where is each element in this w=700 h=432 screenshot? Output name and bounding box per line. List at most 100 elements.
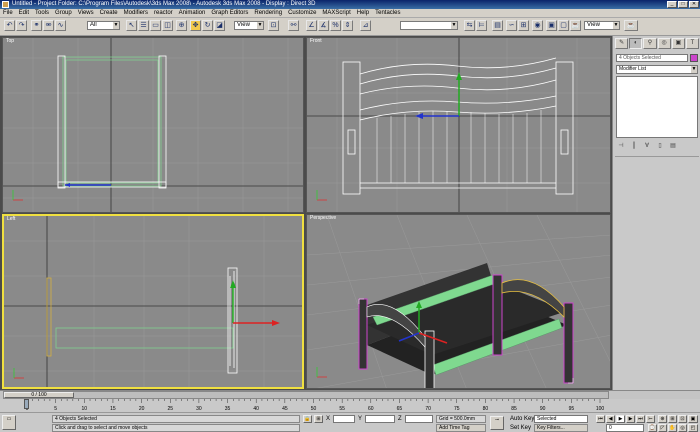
select-and-rotate-icon[interactable]: ↻ — [202, 20, 213, 31]
select-object-icon[interactable]: ↖ — [126, 20, 137, 31]
selection-lock-icon[interactable]: 🔒 — [303, 415, 312, 423]
zoom-extents-icon[interactable]: ⊡ — [678, 415, 687, 423]
select-by-name-icon[interactable]: ☰ — [138, 20, 149, 31]
show-end-result-icon[interactable]: ║ — [629, 142, 639, 150]
next-frame-icon[interactable]: ▶ — [626, 415, 635, 423]
go-to-start-icon[interactable]: ⏮ — [596, 415, 605, 423]
minimize-button[interactable]: _ — [667, 1, 677, 8]
play-icon[interactable]: ▶ — [616, 415, 625, 423]
absolute-mode-icon[interactable]: ⊞ — [314, 415, 323, 423]
previous-frame-icon[interactable]: ◀ — [606, 415, 615, 423]
viewport-left[interactable]: Left — [2, 214, 304, 389]
mirror-icon[interactable]: ⇆ — [464, 20, 475, 31]
object-color-swatch[interactable] — [690, 54, 698, 62]
curve-editor-icon[interactable]: ∽ — [506, 20, 517, 31]
display-tab-icon[interactable]: ▣ — [671, 38, 685, 49]
spinner-snap-icon[interactable]: ⇕ — [342, 20, 353, 31]
auto-key-mode-dropdown[interactable]: Selected — [534, 415, 588, 423]
create-tab-icon[interactable]: ✎ — [615, 38, 629, 49]
reference-coord-dropdown[interactable]: View ▼ — [234, 21, 264, 30]
modify-tab-icon[interactable]: ◐ — [629, 38, 643, 49]
menu-file[interactable]: File — [0, 9, 16, 17]
angle-snap-icon[interactable]: ∡ — [318, 20, 329, 31]
z-coordinate-field[interactable] — [405, 415, 433, 423]
rectangular-selection-icon[interactable]: ▭ — [150, 20, 161, 31]
modifier-list-dropdown[interactable]: Modifier List ▼ — [616, 65, 698, 74]
menu-modifiers[interactable]: Modifiers — [121, 9, 151, 17]
menu-create[interactable]: Create — [97, 9, 121, 17]
orbit-icon[interactable]: ◎ — [678, 424, 687, 432]
align-icon[interactable]: ⊨ — [476, 20, 487, 31]
select-and-move-icon[interactable]: ✥ — [190, 20, 201, 31]
zoom-icon[interactable]: ⊕ — [658, 415, 667, 423]
edit-named-selections-icon[interactable]: ⊿ — [360, 20, 371, 31]
hierarchy-tab-icon[interactable]: ⚲ — [643, 38, 657, 49]
maxscript-listener-icon[interactable]: ▭ — [2, 415, 16, 430]
time-slider-track[interactable]: 0 / 100 — [3, 391, 609, 399]
add-time-tag-button[interactable]: Add Time Tag — [436, 424, 486, 432]
window-crossing-icon[interactable]: ◫ — [162, 20, 173, 31]
render-setup-icon[interactable]: ▣ — [546, 20, 557, 31]
object-name-field[interactable]: 4 Objects Selected — [616, 54, 688, 62]
selection-filter-dropdown[interactable]: All ▼ — [87, 21, 120, 30]
pan-icon[interactable]: ✋ — [668, 424, 677, 432]
menu-help[interactable]: Help — [354, 9, 372, 17]
auto-key-button[interactable]: Auto Key — [510, 415, 534, 423]
menu-customize[interactable]: Customize — [285, 9, 319, 17]
menu-rendering[interactable]: Rendering — [251, 9, 285, 17]
key-mode-icon[interactable]: ⊢ — [646, 415, 655, 423]
percent-snap-icon[interactable]: % — [330, 20, 341, 31]
select-and-scale-icon[interactable]: ◪ — [214, 20, 225, 31]
maximize-viewport-icon[interactable]: ◰ — [688, 424, 698, 432]
undo-icon[interactable]: ↶ — [4, 20, 15, 31]
menu-views[interactable]: Views — [75, 9, 97, 17]
current-frame-field[interactable]: 0 — [606, 424, 644, 432]
remove-modifier-icon[interactable]: ▯ — [655, 142, 665, 150]
viewport-perspective[interactable]: Perspective — [306, 214, 611, 389]
render-type-dropdown[interactable]: View ▼ — [584, 21, 620, 30]
time-slider-thumb[interactable]: 0 / 100 — [4, 392, 74, 398]
unlink-icon[interactable]: ⚮ — [43, 20, 54, 31]
material-editor-icon[interactable]: ◉ — [532, 20, 543, 31]
make-unique-icon[interactable]: ∀ — [642, 142, 652, 150]
set-key-button[interactable]: Set Key — [510, 424, 531, 432]
maximize-button[interactable]: □ — [678, 1, 688, 8]
named-selection-dropdown[interactable]: ▼ — [400, 21, 458, 30]
current-frame-marker[interactable] — [24, 399, 29, 409]
x-coordinate-field[interactable] — [333, 415, 355, 423]
pivot-center-icon[interactable]: ⊡ — [268, 20, 279, 31]
zoom-all-icon[interactable]: ⊞ — [668, 415, 677, 423]
menu-tentacles[interactable]: Tentacles — [372, 9, 403, 17]
layer-manager-icon[interactable]: ▤ — [492, 20, 503, 31]
y-coordinate-field[interactable] — [365, 415, 395, 423]
bind-space-warp-icon[interactable]: ∿ — [55, 20, 66, 31]
track-bar[interactable]: 0 5 10 15 20 25 30 35 40 45 50 55 60 65 70 75 80 85 90 95 10… — [0, 399, 700, 412]
select-and-link-icon[interactable]: ⚯ — [288, 20, 299, 31]
viewport-front[interactable]: Front — [306, 37, 611, 213]
redo-icon[interactable]: ↷ — [16, 20, 27, 31]
motion-tab-icon[interactable]: ◎ — [657, 38, 671, 49]
rendered-frame-icon[interactable]: ▢ — [558, 20, 569, 31]
snap-toggle-icon[interactable]: ∠ — [306, 20, 317, 31]
modifier-stack[interactable] — [616, 76, 698, 138]
menu-reactor[interactable]: reactor — [151, 9, 176, 17]
schematic-view-icon[interactable]: ⊞ — [518, 20, 529, 31]
close-button[interactable]: ✕ — [689, 1, 699, 8]
menu-animation[interactable]: Animation — [176, 9, 209, 17]
menu-maxscript[interactable]: MAXScript — [319, 9, 353, 17]
go-to-end-icon[interactable]: ⏭ — [636, 415, 645, 423]
key-icon[interactable]: ⊸ — [490, 416, 504, 430]
quick-render-icon[interactable]: ☕ — [570, 20, 581, 31]
utilities-tab-icon[interactable]: T — [685, 38, 700, 49]
zoom-extents-all-icon[interactable]: ▣ — [688, 415, 698, 423]
menu-group[interactable]: Group — [52, 9, 75, 17]
time-configuration-icon[interactable]: ⌚ — [648, 424, 657, 432]
render-teapot-icon[interactable]: ☕ — [624, 20, 638, 31]
configure-sets-icon[interactable]: ▤ — [668, 142, 678, 150]
menu-graph-editors[interactable]: Graph Editors — [208, 9, 251, 17]
key-filters-button[interactable]: Key Filters... — [534, 424, 588, 432]
select-and-manipulate-icon[interactable]: ⊕ — [176, 20, 187, 31]
link-icon[interactable]: ⚭ — [31, 20, 42, 31]
menu-tools[interactable]: Tools — [32, 9, 52, 17]
pin-stack-icon[interactable]: ⊣ — [616, 142, 626, 150]
